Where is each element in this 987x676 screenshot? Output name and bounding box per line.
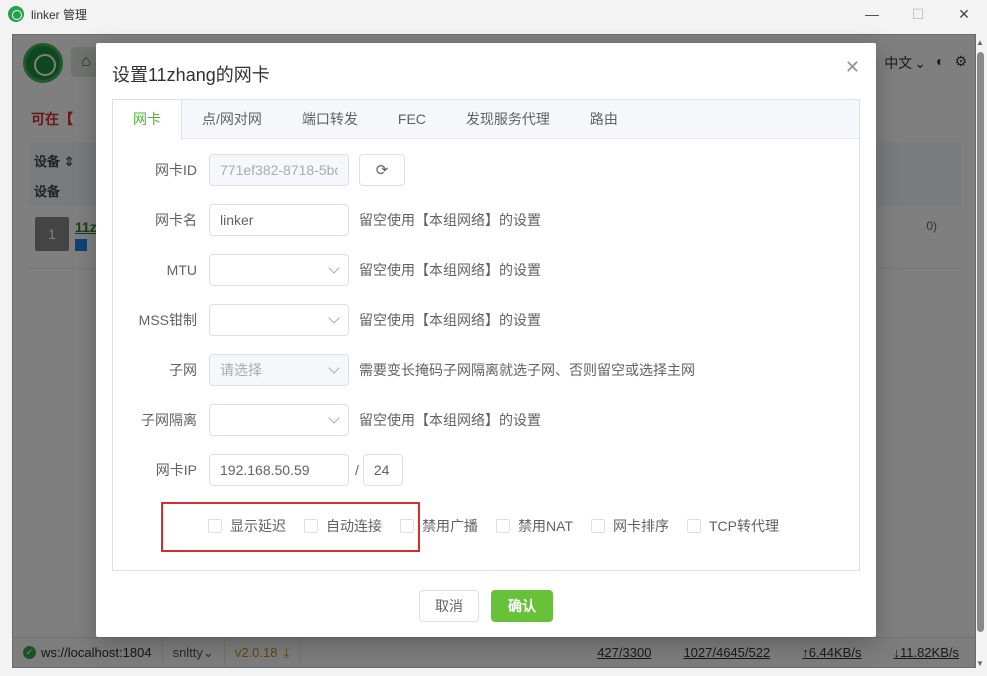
nic-name-hint: 留空使用【本组网络】的设置 xyxy=(359,212,541,228)
tab-p2p[interactable]: 点/网对网 xyxy=(182,100,282,139)
window-titlebar: linker 管理 — ☐ ✕ xyxy=(0,0,987,28)
chevron-down-icon xyxy=(328,262,340,274)
nic-id-value: 771ef382-8718-5bc5 xyxy=(220,162,338,178)
isolation-hint: 留空使用【本组网络】的设置 xyxy=(359,412,541,428)
refresh-button[interactable]: ⟳ xyxy=(359,154,405,186)
minimize-button[interactable]: — xyxy=(849,0,895,28)
nic-name-input[interactable]: linker xyxy=(209,204,349,236)
mss-select[interactable] xyxy=(209,304,349,336)
app-logo-icon xyxy=(8,6,24,22)
auto-connect-checkbox[interactable]: 自动连接 xyxy=(304,516,382,536)
subnet-select[interactable]: 请选择 xyxy=(209,354,349,386)
maximize-button[interactable]: ☐ xyxy=(895,0,941,28)
isolation-row: 子网隔离 留空使用【本组网络】的设置 xyxy=(113,404,541,436)
scroll-thumb[interactable] xyxy=(977,52,984,632)
tab-bar: 网卡 点/网对网 端口转发 FEC 发现服务代理 路由 xyxy=(113,100,859,140)
options-checkboxes: 显示延迟 自动连接 禁用广播 禁用NAT 网卡排序 TCP转代理 xyxy=(208,516,779,536)
isolation-label: 子网隔离 xyxy=(141,412,197,428)
tab-routes[interactable]: 路由 xyxy=(570,100,638,139)
mtu-row: MTU 留空使用【本组网络】的设置 xyxy=(113,254,541,286)
window-title: linker 管理 xyxy=(31,7,88,22)
scroll-up-icon[interactable]: ▲ xyxy=(976,38,984,47)
nic-id-field: 771ef382-8718-5bc5 xyxy=(209,154,349,186)
tab-nic[interactable]: 网卡 xyxy=(113,100,182,140)
tabs-card: 网卡 点/网对网 端口转发 FEC 发现服务代理 路由 网卡ID 771ef38… xyxy=(112,99,860,571)
tab-discovery-proxy[interactable]: 发现服务代理 xyxy=(446,100,570,139)
mtu-label: MTU xyxy=(166,262,197,278)
subnet-placeholder: 请选择 xyxy=(220,362,262,378)
scroll-down-icon[interactable]: ▼ xyxy=(976,659,984,668)
nic-ip-label: 网卡IP xyxy=(155,462,197,478)
cancel-button[interactable]: 取消 xyxy=(419,590,479,622)
nic-ip-value: 192.168.50.59 xyxy=(220,462,310,478)
confirm-button[interactable]: 确认 xyxy=(491,590,553,622)
tab-fec[interactable]: FEC xyxy=(378,100,446,139)
nic-name-row: 网卡名 linker 留空使用【本组网络】的设置 xyxy=(113,204,541,236)
dialog-title: 设置11zhang的网卡 xyxy=(112,65,270,85)
mtu-select[interactable] xyxy=(209,254,349,286)
nic-name-value: linker xyxy=(220,212,254,228)
tab-port-forward[interactable]: 端口转发 xyxy=(282,100,378,139)
subnet-row: 子网 请选择 需要变长掩码子网隔离就选子网、否则留空或选择主网 xyxy=(113,354,695,386)
ip-slash: / xyxy=(355,462,359,478)
nic-id-label: 网卡ID xyxy=(155,162,197,178)
nic-id-row: 网卡ID 771ef382-8718-5bc5 ⟳ xyxy=(113,154,405,186)
show-latency-checkbox[interactable]: 显示延迟 xyxy=(208,516,286,536)
vertical-scrollbar[interactable]: ▲ ▼ xyxy=(975,38,985,668)
tcp-proxy-checkbox[interactable]: TCP转代理 xyxy=(686,516,779,536)
close-icon[interactable]: ✕ xyxy=(845,57,860,78)
nic-mask-input[interactable]: 24 xyxy=(362,454,403,486)
nic-mask-value: 24 xyxy=(373,462,390,478)
nic-name-label: 网卡名 xyxy=(155,212,197,228)
isolation-select[interactable] xyxy=(209,404,349,436)
mss-label: MSS钳制 xyxy=(138,312,197,328)
subnet-hint: 需要变长掩码子网隔离就选子网、否则留空或选择主网 xyxy=(359,362,695,378)
disable-nat-checkbox[interactable]: 禁用NAT xyxy=(496,516,573,536)
chevron-down-icon xyxy=(328,362,340,374)
chevron-down-icon xyxy=(328,312,340,324)
window-close-button[interactable]: ✕ xyxy=(941,0,987,28)
nic-ip-row: 网卡IP 192.168.50.59 / 24 xyxy=(113,454,403,486)
dialog-footer: 取消 确认 xyxy=(96,590,876,622)
nic-ip-input[interactable]: 192.168.50.59 xyxy=(209,454,349,486)
subnet-label: 子网 xyxy=(169,362,197,378)
nic-order-checkbox[interactable]: 网卡排序 xyxy=(590,516,669,536)
disable-broadcast-checkbox[interactable]: 禁用广播 xyxy=(400,516,478,536)
mss-row: MSS钳制 留空使用【本组网络】的设置 xyxy=(113,304,541,336)
refresh-icon: ⟳ xyxy=(375,162,389,179)
chevron-down-icon xyxy=(328,412,340,424)
mss-hint: 留空使用【本组网络】的设置 xyxy=(359,312,541,328)
window-controls: — ☐ ✕ xyxy=(849,0,987,28)
nic-settings-dialog: 设置11zhang的网卡 ✕ 网卡 点/网对网 端口转发 FEC 发现服务代理 … xyxy=(96,43,876,637)
mtu-hint: 留空使用【本组网络】的设置 xyxy=(359,262,541,278)
